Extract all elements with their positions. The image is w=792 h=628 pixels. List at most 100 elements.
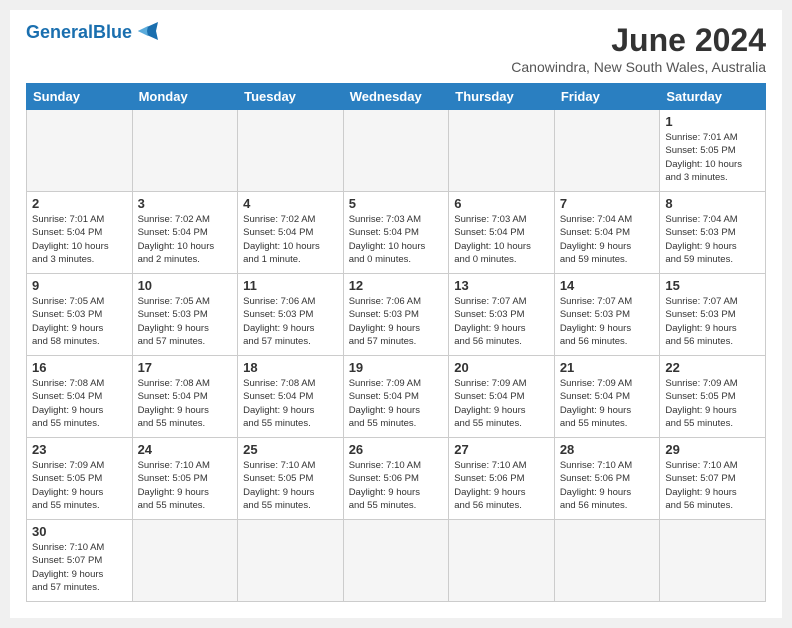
day-number: 5	[349, 196, 444, 211]
day-info: Sunrise: 7:07 AM Sunset: 5:03 PM Dayligh…	[454, 295, 549, 348]
day-cell-4-4: 27 Sunrise: 7:10 AM Sunset: 5:06 PM Dayli…	[449, 438, 555, 520]
logo-blue: Blue	[93, 22, 132, 42]
day-cell-3-4: 20 Sunrise: 7:09 AM Sunset: 5:04 PM Dayli…	[449, 356, 555, 438]
day-cell-1-3: 5 Sunrise: 7:03 AM Sunset: 5:04 PM Daylig…	[343, 192, 449, 274]
logo: GeneralBlue	[26, 22, 162, 43]
day-cell-2-6: 15Sunrise: 7:07 AM Sunset: 5:03 PM Dayli…	[660, 274, 766, 356]
day-cell-0-4	[449, 110, 555, 192]
day-info: Sunrise: 7:08 AM Sunset: 5:04 PM Dayligh…	[243, 377, 338, 430]
logo-general: General	[26, 22, 93, 42]
day-cell-0-3	[343, 110, 449, 192]
day-cell-5-3	[343, 520, 449, 602]
logo-text: GeneralBlue	[26, 22, 132, 43]
day-info: Sunrise: 7:01 AM Sunset: 5:04 PM Dayligh…	[32, 213, 127, 266]
day-cell-0-5	[554, 110, 660, 192]
day-number: 14	[560, 278, 655, 293]
day-number: 6	[454, 196, 549, 211]
col-tuesday: Tuesday	[238, 84, 344, 110]
day-info: Sunrise: 7:04 AM Sunset: 5:03 PM Dayligh…	[665, 213, 760, 266]
week-row-3: 16 Sunrise: 7:08 AM Sunset: 5:04 PM Dayli…	[27, 356, 766, 438]
day-number: 16	[32, 360, 127, 375]
day-number: 25	[243, 442, 338, 457]
day-info: Sunrise: 7:03 AM Sunset: 5:04 PM Dayligh…	[454, 213, 549, 266]
day-cell-1-6: 8 Sunrise: 7:04 AM Sunset: 5:03 PM Daylig…	[660, 192, 766, 274]
day-cell-3-2: 18 Sunrise: 7:08 AM Sunset: 5:04 PM Dayli…	[238, 356, 344, 438]
day-info: Sunrise: 7:09 AM Sunset: 5:05 PM Dayligh…	[665, 377, 760, 430]
day-number: 29	[665, 442, 760, 457]
day-cell-3-0: 16 Sunrise: 7:08 AM Sunset: 5:04 PM Dayli…	[27, 356, 133, 438]
page: GeneralBlue June 2024 Canowindra, New So…	[10, 10, 782, 618]
col-friday: Friday	[554, 84, 660, 110]
day-cell-4-1: 24 Sunrise: 7:10 AM Sunset: 5:05 PM Dayli…	[132, 438, 238, 520]
day-number: 19	[349, 360, 444, 375]
day-cell-4-0: 23Sunrise: 7:09 AM Sunset: 5:05 PM Dayli…	[27, 438, 133, 520]
day-cell-3-5: 21Sunrise: 7:09 AM Sunset: 5:04 PM Dayli…	[554, 356, 660, 438]
day-number: 15	[665, 278, 760, 293]
week-row-5: 30 Sunrise: 7:10 AM Sunset: 5:07 PM Dayli…	[27, 520, 766, 602]
day-cell-5-1	[132, 520, 238, 602]
day-cell-0-1	[132, 110, 238, 192]
day-info: Sunrise: 7:10 AM Sunset: 5:05 PM Dayligh…	[138, 459, 233, 512]
day-cell-1-4: 6 Sunrise: 7:03 AM Sunset: 5:04 PM Daylig…	[449, 192, 555, 274]
day-info: Sunrise: 7:09 AM Sunset: 5:04 PM Dayligh…	[349, 377, 444, 430]
day-info: Sunrise: 7:09 AM Sunset: 5:04 PM Dayligh…	[560, 377, 655, 430]
day-number: 30	[32, 524, 127, 539]
day-number: 8	[665, 196, 760, 211]
day-info: Sunrise: 7:10 AM Sunset: 5:05 PM Dayligh…	[243, 459, 338, 512]
col-monday: Monday	[132, 84, 238, 110]
day-number: 12	[349, 278, 444, 293]
day-cell-1-1: 3 Sunrise: 7:02 AM Sunset: 5:04 PM Daylig…	[132, 192, 238, 274]
day-cell-0-6: 1Sunrise: 7:01 AM Sunset: 5:05 PM Daylig…	[660, 110, 766, 192]
day-number: 3	[138, 196, 233, 211]
day-number: 20	[454, 360, 549, 375]
day-info: Sunrise: 7:09 AM Sunset: 5:04 PM Dayligh…	[454, 377, 549, 430]
day-cell-5-4	[449, 520, 555, 602]
day-number: 23	[32, 442, 127, 457]
logo-icon	[134, 20, 162, 42]
week-row-1: 2 Sunrise: 7:01 AM Sunset: 5:04 PM Daylig…	[27, 192, 766, 274]
day-cell-5-2	[238, 520, 344, 602]
day-cell-5-0: 30 Sunrise: 7:10 AM Sunset: 5:07 PM Dayli…	[27, 520, 133, 602]
col-thursday: Thursday	[449, 84, 555, 110]
day-number: 9	[32, 278, 127, 293]
day-number: 4	[243, 196, 338, 211]
day-cell-5-6	[660, 520, 766, 602]
day-number: 2	[32, 196, 127, 211]
calendar-header-row: Sunday Monday Tuesday Wednesday Thursday…	[27, 84, 766, 110]
week-row-2: 9 Sunrise: 7:05 AM Sunset: 5:03 PM Daylig…	[27, 274, 766, 356]
week-row-0: 1Sunrise: 7:01 AM Sunset: 5:05 PM Daylig…	[27, 110, 766, 192]
col-saturday: Saturday	[660, 84, 766, 110]
day-cell-0-0	[27, 110, 133, 192]
day-number: 26	[349, 442, 444, 457]
col-sunday: Sunday	[27, 84, 133, 110]
day-info: Sunrise: 7:03 AM Sunset: 5:04 PM Dayligh…	[349, 213, 444, 266]
day-info: Sunrise: 7:06 AM Sunset: 5:03 PM Dayligh…	[349, 295, 444, 348]
day-cell-3-6: 22 Sunrise: 7:09 AM Sunset: 5:05 PM Dayli…	[660, 356, 766, 438]
day-number: 28	[560, 442, 655, 457]
day-info: Sunrise: 7:06 AM Sunset: 5:03 PM Dayligh…	[243, 295, 338, 348]
day-info: Sunrise: 7:05 AM Sunset: 5:03 PM Dayligh…	[138, 295, 233, 348]
title-block: June 2024 Canowindra, New South Wales, A…	[511, 22, 766, 75]
day-cell-2-1: 10 Sunrise: 7:05 AM Sunset: 5:03 PM Dayli…	[132, 274, 238, 356]
day-info: Sunrise: 7:04 AM Sunset: 5:04 PM Dayligh…	[560, 213, 655, 266]
day-number: 1	[665, 114, 760, 129]
day-number: 10	[138, 278, 233, 293]
day-number: 24	[138, 442, 233, 457]
day-cell-3-3: 19 Sunrise: 7:09 AM Sunset: 5:04 PM Dayli…	[343, 356, 449, 438]
day-info: Sunrise: 7:07 AM Sunset: 5:03 PM Dayligh…	[560, 295, 655, 348]
day-info: Sunrise: 7:08 AM Sunset: 5:04 PM Dayligh…	[138, 377, 233, 430]
day-info: Sunrise: 7:10 AM Sunset: 5:07 PM Dayligh…	[32, 541, 127, 594]
week-row-4: 23Sunrise: 7:09 AM Sunset: 5:05 PM Dayli…	[27, 438, 766, 520]
day-info: Sunrise: 7:05 AM Sunset: 5:03 PM Dayligh…	[32, 295, 127, 348]
day-number: 22	[665, 360, 760, 375]
day-info: Sunrise: 7:10 AM Sunset: 5:07 PM Dayligh…	[665, 459, 760, 512]
day-cell-4-3: 26Sunrise: 7:10 AM Sunset: 5:06 PM Dayli…	[343, 438, 449, 520]
day-info: Sunrise: 7:10 AM Sunset: 5:06 PM Dayligh…	[454, 459, 549, 512]
col-wednesday: Wednesday	[343, 84, 449, 110]
day-number: 27	[454, 442, 549, 457]
day-info: Sunrise: 7:10 AM Sunset: 5:06 PM Dayligh…	[560, 459, 655, 512]
day-info: Sunrise: 7:08 AM Sunset: 5:04 PM Dayligh…	[32, 377, 127, 430]
day-number: 7	[560, 196, 655, 211]
day-number: 18	[243, 360, 338, 375]
day-info: Sunrise: 7:02 AM Sunset: 5:04 PM Dayligh…	[138, 213, 233, 266]
